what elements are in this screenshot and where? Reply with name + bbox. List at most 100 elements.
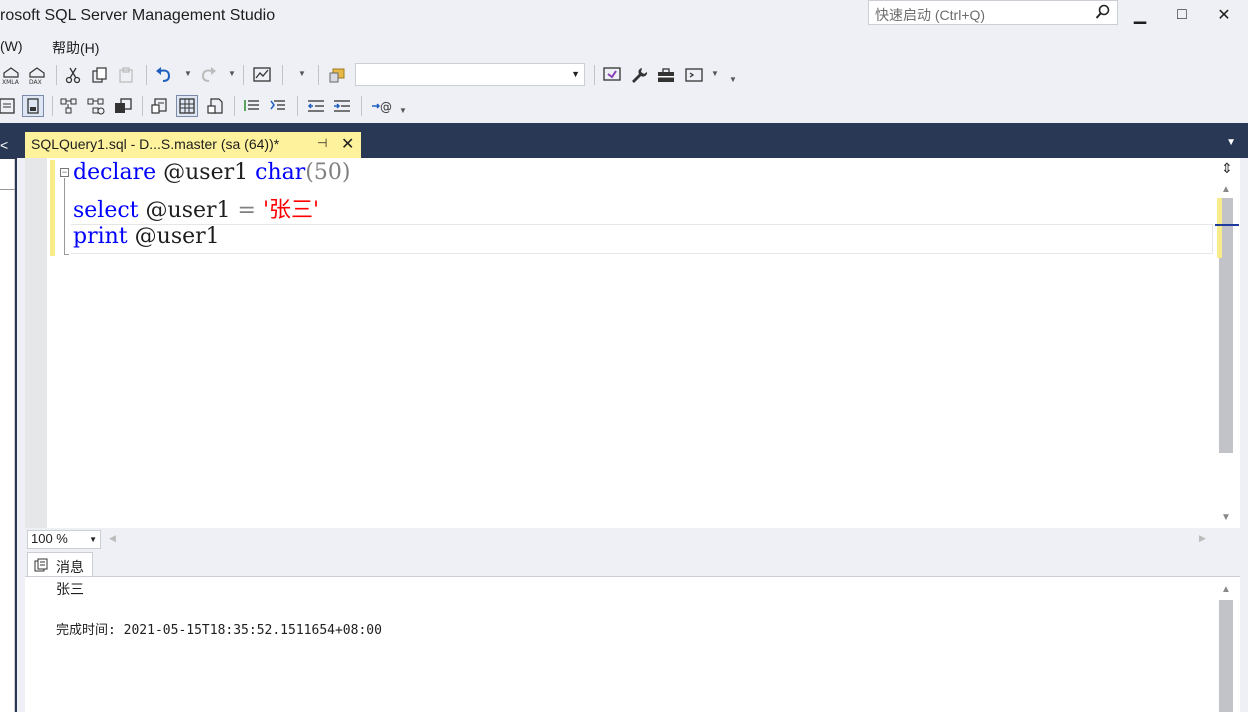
undo-dropdown-icon[interactable]: ▼ <box>184 69 192 78</box>
visual-studio-icon[interactable] <box>601 64 623 86</box>
scroll-down-icon[interactable]: ▼ <box>1221 512 1231 523</box>
include-actual-plan-icon[interactable] <box>85 95 107 117</box>
results-to-text-icon[interactable] <box>0 95 18 117</box>
messages-pane[interactable]: 张三 完成时间: 2021-05-15T18:35:52.1511654+08:… <box>25 576 1240 712</box>
change-marker <box>1217 198 1222 258</box>
svg-text:DAX: DAX <box>29 79 42 85</box>
close-window-button[interactable]: ✕ <box>1206 2 1242 28</box>
object-explorer-pane[interactable] <box>0 159 15 712</box>
search-icon[interactable] <box>1095 4 1111 23</box>
scroll-left-icon[interactable]: ◀ <box>109 533 116 544</box>
message-output: 张三 <box>56 581 84 597</box>
toolbar-separator <box>361 96 362 116</box>
fold-guide <box>64 178 65 254</box>
toolbar-separator <box>243 65 244 85</box>
results-to-text-icon-2[interactable] <box>148 95 170 117</box>
dax-query-icon[interactable]: DAX <box>26 64 48 86</box>
zoom-row: 100 % ▼ ◀ ▶ <box>25 528 1240 550</box>
title-bar: rosoft SQL Server Management Studio 快速启动… <box>0 0 1248 34</box>
available-databases-icon[interactable] <box>326 64 348 86</box>
tab-overflow-chevron-down-icon[interactable]: ▼ <box>1226 137 1236 148</box>
svg-text:@: @ <box>380 100 392 114</box>
quick-launch-input[interactable]: 快速启动 (Ctrl+Q) <box>868 0 1118 25</box>
change-tracking-bar <box>50 160 55 256</box>
decrease-indent-icon[interactable] <box>305 95 327 117</box>
menu-window[interactable]: (W) <box>0 38 23 54</box>
scrollbar-thumb[interactable] <box>1219 600 1233 712</box>
minimize-button[interactable]: ▁ <box>1122 2 1158 28</box>
keyword: select <box>73 198 139 223</box>
paren-argument: (50) <box>305 160 351 185</box>
code-line-1[interactable]: declare @user1 char(50) <box>73 160 350 185</box>
specify-template-values-icon[interactable]: @ <box>369 95 395 117</box>
increase-indent-icon[interactable] <box>331 95 353 117</box>
keyword: char <box>255 160 306 185</box>
zoom-combo[interactable]: 100 % ▼ <box>27 530 101 549</box>
results-to-grid-icon[interactable] <box>176 95 198 117</box>
scroll-up-icon[interactable]: ▲ <box>1221 184 1231 195</box>
redo-dropdown-icon: ▼ <box>228 69 236 78</box>
toolbar-separator <box>146 65 147 85</box>
command-dropdown-icon[interactable]: ▼ <box>711 69 719 78</box>
wrench-icon[interactable] <box>628 64 650 86</box>
fold-guide-end <box>64 254 69 255</box>
collapse-region-icon[interactable]: − <box>60 168 69 177</box>
variable: @user1 <box>134 224 220 249</box>
scroll-up-icon[interactable]: ▲ <box>1221 584 1231 595</box>
zoom-value: 100 % <box>31 531 68 546</box>
pin-icon[interactable]: ⊣ <box>317 136 327 150</box>
code-line-3[interactable]: print @user1 <box>73 224 220 249</box>
caret-marker <box>1215 224 1239 226</box>
toolbar-separator <box>52 96 53 116</box>
activity-monitor-icon[interactable] <box>251 64 273 86</box>
query-editor[interactable]: − declare @user1 char(50) select @user1 … <box>25 158 1240 528</box>
tab-label: SQLQuery1.sql - D...S.master (sa (64))* <box>31 136 280 152</box>
maximize-icon: □ <box>1177 6 1187 23</box>
maximize-button[interactable]: □ <box>1164 2 1200 28</box>
command-window-icon[interactable] <box>683 64 705 86</box>
toolbox-icon[interactable] <box>655 64 677 86</box>
code-line-2[interactable]: select @user1 = '张三' <box>73 192 319 224</box>
uncomment-icon[interactable] <box>267 95 289 117</box>
sql-editor-toolbar: @ ▼ <box>0 91 1248 121</box>
variable: @user1 <box>163 160 249 185</box>
paste-icon <box>115 64 137 86</box>
results-to-grid-toggle[interactable] <box>22 95 44 117</box>
toolbar-overflow-icon[interactable]: ▼ <box>729 75 737 84</box>
split-window-icon[interactable]: ⇕ <box>1219 160 1235 178</box>
display-estimated-plan-icon[interactable] <box>58 95 80 117</box>
toolbar-separator <box>318 65 319 85</box>
close-icon: ✕ <box>1217 7 1231 24</box>
scroll-right-icon[interactable]: ▶ <box>1199 533 1206 544</box>
right-edge <box>1240 158 1248 712</box>
copy-icon[interactable] <box>89 64 111 86</box>
editor-gutter <box>25 158 47 528</box>
toolbar-separator <box>56 65 57 85</box>
collapse-icon[interactable]: < <box>0 137 8 153</box>
toolbar-separator <box>297 96 298 116</box>
comment-out-icon[interactable] <box>241 95 263 117</box>
client-statistics-icon[interactable] <box>112 95 134 117</box>
database-combo[interactable]: ▼ <box>355 63 585 86</box>
svg-text:XMLA: XMLA <box>2 79 20 85</box>
toolbar-separator <box>234 96 235 116</box>
xmla-query-icon[interactable]: XMLA <box>0 64 22 86</box>
redo-icon <box>197 64 219 86</box>
cut-icon[interactable] <box>62 64 84 86</box>
results-vertical-scrollbar[interactable]: ▲ <box>1214 578 1240 712</box>
tab-sqlquery1[interactable]: SQLQuery1.sql - D...S.master (sa (64))* … <box>25 132 361 158</box>
toolbar-separator <box>594 65 595 85</box>
menu-help[interactable]: 帮助(H) <box>52 38 99 58</box>
solution-config-dropdown-icon[interactable]: ▼ <box>298 69 306 78</box>
string-literal: '张三' <box>262 198 320 223</box>
results-to-file-icon[interactable] <box>204 95 226 117</box>
undo-icon[interactable] <box>153 64 175 86</box>
quick-launch-placeholder: 快速启动 (Ctrl+Q) <box>875 7 986 23</box>
results-tab-strip: 消息 <box>25 550 1240 577</box>
editor-vertical-scrollbar[interactable]: ⇕ ▲ ▼ <box>1214 158 1240 528</box>
close-tab-icon[interactable]: ✕ <box>341 134 354 154</box>
standard-toolbar: XMLA DAX ▼ ▼ ▼ ▼ ▼ ▼ <box>0 60 1248 90</box>
toolbar-overflow-icon-2[interactable]: ▼ <box>399 106 407 115</box>
keyword: print <box>73 224 128 249</box>
tab-messages[interactable]: 消息 <box>27 552 93 577</box>
